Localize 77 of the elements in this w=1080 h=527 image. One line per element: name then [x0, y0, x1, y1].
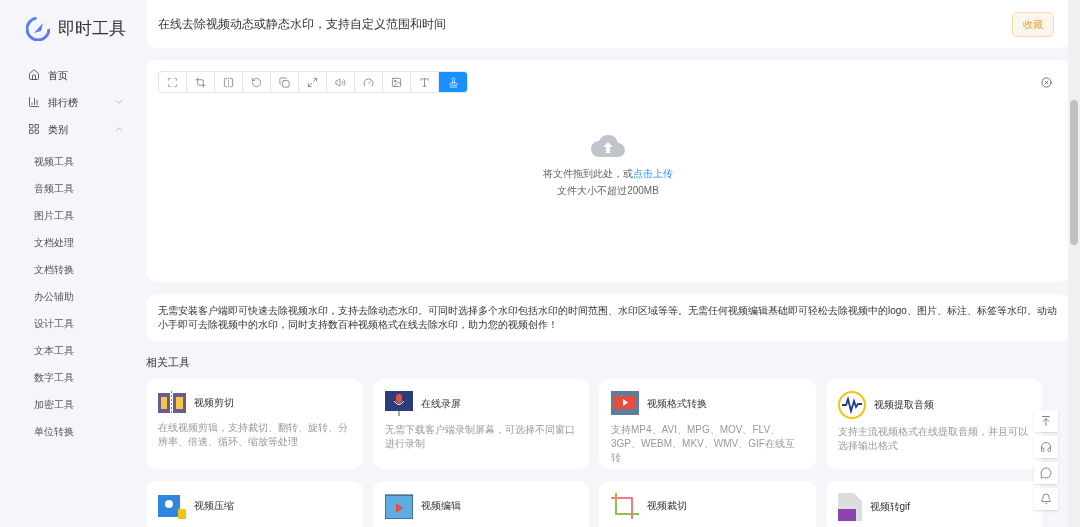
- brand-name: 即时工具: [58, 18, 126, 40]
- film-strip-icon: [158, 390, 186, 415]
- category-item[interactable]: 单位转换: [0, 417, 140, 445]
- back-to-top-button[interactable]: [1034, 410, 1058, 432]
- tool-description: 支持MP4、AVI、MPG、MOV、FLV、3GP、WEBM、MKV、WMV、GIF在线互转: [611, 422, 796, 465]
- tool-card[interactable]: 视频编辑: [372, 480, 589, 527]
- tool-name: 在线录屏: [420, 397, 461, 411]
- page-title: 在线去除视频动态或静态水印，支持自定义范围和时间: [158, 16, 446, 33]
- scan-icon: [167, 76, 178, 88]
- gauge-icon: [363, 76, 374, 88]
- category-item[interactable]: 加密工具: [0, 390, 140, 418]
- crop-frame-icon: [611, 492, 639, 519]
- toolbar-button[interactable]: [439, 72, 467, 92]
- chat-bubble-icon: [1040, 467, 1052, 479]
- tool-card[interactable]: 视频格式转换 支持MP4、AVI、MPG、MOV、FLV、3GP、WEBM、MKV、WMV、GIF在线互转: [599, 378, 816, 469]
- nav-item[interactable]: 排行榜: [0, 88, 140, 116]
- arrow-up-icon: [1040, 415, 1052, 427]
- nav-item[interactable]: 首页: [0, 61, 140, 89]
- tool-description: 在线视频剪辑，支持裁切、翻转、旋转、分辨率、倍速、循环、缩放等处理: [158, 420, 349, 449]
- tool-name: 视频剪切: [194, 396, 234, 410]
- tool-card[interactable]: 视频压缩: [146, 480, 363, 527]
- chevron-down-icon: [114, 97, 124, 107]
- category-item[interactable]: 文本工具: [0, 336, 140, 364]
- category-item[interactable]: 办公辅助: [0, 282, 140, 310]
- upload-hint: 文件大小不超过200MB: [557, 184, 659, 198]
- tool-name: 视频编辑: [420, 499, 461, 513]
- text-icon: [419, 76, 430, 88]
- support-button[interactable]: [1034, 436, 1058, 458]
- resize-icon: [307, 76, 318, 88]
- flip-icon: [223, 76, 234, 88]
- close-icon[interactable]: [1041, 76, 1052, 88]
- category-item[interactable]: 视频工具: [0, 147, 140, 175]
- category-item[interactable]: 数字工具: [0, 363, 140, 391]
- chat-button[interactable]: [1034, 462, 1058, 484]
- home-icon: [28, 69, 40, 81]
- tool-name: 视频压缩: [194, 499, 234, 513]
- category-item[interactable]: 文档转换: [0, 255, 140, 283]
- video-play-icon: [384, 492, 413, 519]
- video-file-icon: [158, 492, 186, 519]
- upload-prompt: 将文件拖到此处，或点击上传: [543, 167, 673, 181]
- category-item[interactable]: 图片工具: [0, 201, 140, 229]
- copy-icon: [279, 76, 290, 88]
- crop-icon: [195, 76, 206, 88]
- category-item[interactable]: 音频工具: [0, 174, 140, 202]
- grid-icon: [28, 123, 40, 135]
- tool-card[interactable]: 视频提取音频 支持主流视频格式在线提取音频，并且可以选择输出格式: [825, 378, 1042, 469]
- tool-description: 支持主流视频格式在线提取音频，并且可以选择输出格式: [837, 424, 1029, 453]
- nav-item[interactable]: 类别: [0, 115, 140, 143]
- bell-icon: [1040, 493, 1052, 505]
- video-player-icon: [611, 390, 639, 417]
- tool-name: 视频裁切: [647, 499, 687, 513]
- scrollbar[interactable]: [1068, 0, 1080, 527]
- image-icon: [391, 76, 402, 88]
- notification-button[interactable]: [1034, 488, 1058, 510]
- rotate-icon: [251, 76, 262, 88]
- description-text: 无需安装客户端即可快速去除视频水印，支持去除动态水印。可同时选择多个水印包括水印的时间范围、水印区域等等。无需任何视频编辑基础即可轻松去除视频中的logo、图片、标注、标签等水印。动动小手即可去除视频中的水印，同时支持数百种视频格式在线去除水印，助力您的视频创作！: [158, 304, 1058, 332]
- tool-name: 视频格式转换: [647, 397, 707, 411]
- chevron-up-icon: [114, 124, 124, 134]
- tool-card[interactable]: 在线录屏 无需下载客户端录制屏幕，可选择不同窗口进行录制: [372, 378, 589, 469]
- tool-card[interactable]: 视频剪切 在线视频剪辑，支持裁切、翻转、旋转、分辨率、倍速、循环、缩放等处理: [146, 378, 363, 469]
- speaker-icon: [335, 76, 346, 88]
- sound-wave-icon: [837, 390, 866, 419]
- category-item[interactable]: 设计工具: [0, 309, 140, 337]
- rocket-logo-icon: [26, 16, 50, 41]
- tool-name: 视频提取音频: [873, 398, 934, 412]
- tool-description: 无需下载客户端录制屏幕，可选择不同窗口进行录制: [384, 422, 576, 451]
- bar-chart-icon: [28, 96, 40, 108]
- category-item[interactable]: 文档处理: [0, 228, 140, 256]
- gif-file-icon: [837, 492, 862, 521]
- microphone-monitor-icon: [384, 390, 413, 417]
- tool-name: 视频转gif: [869, 500, 911, 514]
- tool-card[interactable]: 视频裁切: [599, 480, 816, 527]
- headset-icon: [1040, 441, 1052, 453]
- stamp-icon: [447, 76, 459, 88]
- tool-card[interactable]: 视频转gif: [825, 480, 1042, 527]
- section-title: 相关工具: [146, 355, 191, 370]
- cloud-upload-icon: [591, 133, 625, 157]
